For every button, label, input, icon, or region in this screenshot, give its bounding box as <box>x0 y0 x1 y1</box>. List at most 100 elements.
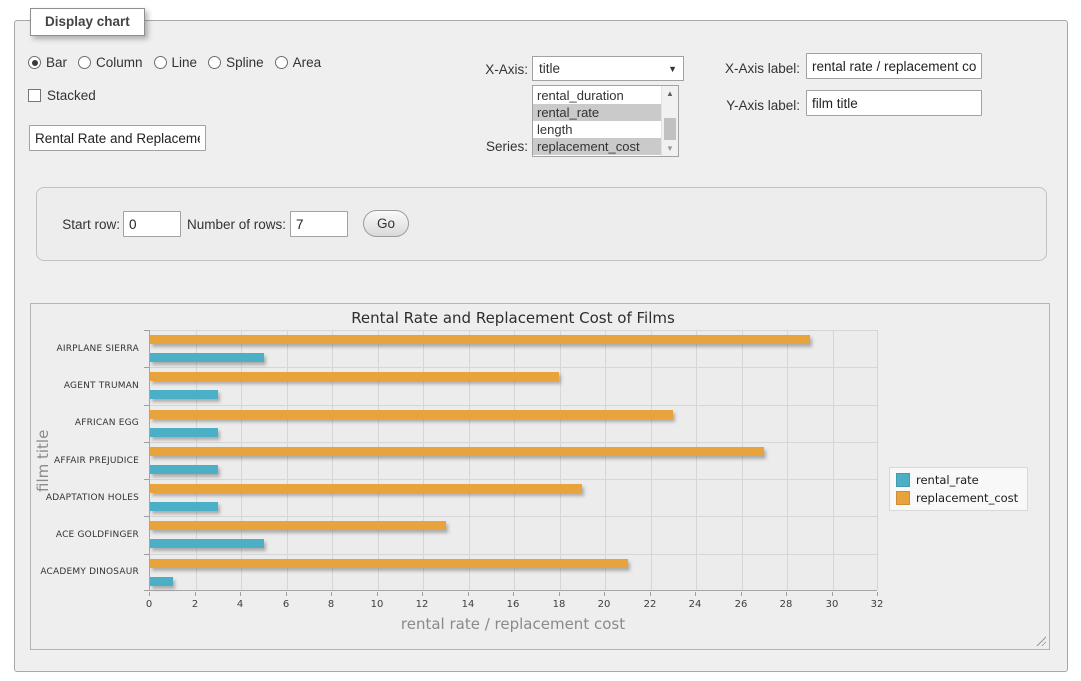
chart-container: Rental Rate and Replacement Cost of Film… <box>30 303 1050 650</box>
gridline <box>150 516 877 517</box>
chart-type-spline[interactable]: Spline <box>208 55 264 70</box>
bar-replacement_cost <box>150 372 559 381</box>
series-option[interactable]: rental_duration <box>533 87 661 104</box>
chevron-down-icon: ▼ <box>668 64 677 74</box>
category-label: AFRICAN EGG <box>31 418 139 428</box>
gridline <box>287 330 288 590</box>
axis-tick <box>877 592 878 596</box>
stacked-label: Stacked <box>47 88 96 103</box>
gridline <box>196 330 197 590</box>
chart-type-area[interactable]: Area <box>275 55 322 70</box>
axis-tick-label: 12 <box>407 599 437 610</box>
category-label: AIRPLANE SIERRA <box>31 344 139 354</box>
series-option[interactable]: length <box>533 121 661 138</box>
bar-rental_rate <box>150 465 218 474</box>
resize-handle-icon[interactable] <box>1035 635 1046 646</box>
chart-type-line-label: Line <box>172 55 198 70</box>
chart-type-area-label: Area <box>293 55 322 70</box>
bar-rental_rate <box>150 577 173 586</box>
chart-type-options: Bar Column Line Spline Area <box>28 55 321 70</box>
legend-label: replacement_cost <box>916 491 1018 505</box>
y-axis-label-input[interactable] <box>806 90 982 116</box>
series-listbox[interactable]: rental_durationrental_ratelengthreplacem… <box>532 85 679 157</box>
axis-tick-label: 22 <box>635 599 665 610</box>
axis-tick <box>144 590 149 591</box>
chart-type-line[interactable]: Line <box>154 55 198 70</box>
x-axis-select[interactable]: title ▼ <box>532 56 684 81</box>
axis-tick <box>144 367 149 368</box>
chart-type-bar-label: Bar <box>46 55 67 70</box>
axis-tick-label: 14 <box>453 599 483 610</box>
gridline <box>696 330 697 590</box>
bar-rental_rate <box>150 428 218 437</box>
gridline <box>150 367 877 368</box>
series-option[interactable]: rental_rate <box>533 104 661 121</box>
axis-tick <box>144 554 149 555</box>
axis-tick <box>144 405 149 406</box>
plot-area <box>149 330 877 591</box>
bar-replacement_cost <box>150 410 673 419</box>
chart-type-bar[interactable]: Bar <box>28 55 67 70</box>
chart-type-spline-label: Spline <box>226 55 264 70</box>
bar-replacement_cost <box>150 335 810 344</box>
axis-tick <box>468 592 469 596</box>
axis-tick-label: 20 <box>589 599 619 610</box>
x-axis-label-label: X-Axis label: <box>700 61 800 76</box>
gridline <box>877 330 878 590</box>
axis-tick <box>240 592 241 596</box>
chart-title-input[interactable] <box>29 125 206 151</box>
axis-tick <box>331 592 332 596</box>
axis-tick-label: 8 <box>316 599 346 610</box>
start-row-input[interactable] <box>123 211 181 237</box>
axis-tick <box>377 592 378 596</box>
series-list-scrollbar[interactable]: ▲ ▼ <box>661 86 678 156</box>
scroll-down-icon[interactable]: ▼ <box>662 141 678 156</box>
scroll-up-icon[interactable]: ▲ <box>662 86 678 101</box>
axis-tick <box>144 479 149 480</box>
axis-tick <box>422 592 423 596</box>
axis-tick-label: 26 <box>726 599 756 610</box>
scrollbar-thumb[interactable] <box>664 118 676 140</box>
gridline <box>378 330 379 590</box>
series-listbox-label: Series: <box>440 139 528 154</box>
gridline <box>241 330 242 590</box>
category-label: AFFAIR PREJUDICE <box>31 456 139 466</box>
x-axis-label-input[interactable] <box>806 53 982 79</box>
axis-tick-label: 32 <box>862 599 892 610</box>
y-axis-label-label: Y-Axis label: <box>700 98 800 113</box>
radio-icon <box>28 56 41 69</box>
stacked-checkbox[interactable]: Stacked <box>28 88 96 103</box>
start-row-label: Start row: <box>58 217 120 232</box>
go-button[interactable]: Go <box>363 210 409 237</box>
gridline <box>514 330 515 590</box>
chart-type-column[interactable]: Column <box>78 55 143 70</box>
series-options: rental_durationrental_ratelengthreplacem… <box>533 86 661 156</box>
series-option[interactable]: replacement_cost <box>533 138 661 155</box>
gridline <box>423 330 424 590</box>
category-label: ACE GOLDFINGER <box>31 530 139 540</box>
bar-rental_rate <box>150 502 218 511</box>
axis-tick-label: 24 <box>680 599 710 610</box>
num-rows-input[interactable] <box>290 211 348 237</box>
legend-label: rental_rate <box>916 473 979 487</box>
axis-tick <box>650 592 651 596</box>
axis-tick <box>786 592 787 596</box>
legend-swatch <box>896 491 910 505</box>
gridline <box>605 330 606 590</box>
gridline <box>150 405 877 406</box>
axis-tick <box>144 516 149 517</box>
axis-tick <box>832 592 833 596</box>
gridline <box>150 479 877 480</box>
axis-tick-label: 10 <box>362 599 392 610</box>
bar-replacement_cost <box>150 484 582 493</box>
gridline <box>150 442 877 443</box>
checkbox-icon <box>28 89 41 102</box>
radio-icon <box>275 56 288 69</box>
axis-tick <box>144 330 149 331</box>
gridline <box>150 330 877 331</box>
num-rows-label: Number of rows: <box>186 217 286 232</box>
axis-tick <box>741 592 742 596</box>
gridline <box>742 330 743 590</box>
legend-entry: rental_rate <box>896 473 1018 487</box>
axis-tick-label: 30 <box>817 599 847 610</box>
